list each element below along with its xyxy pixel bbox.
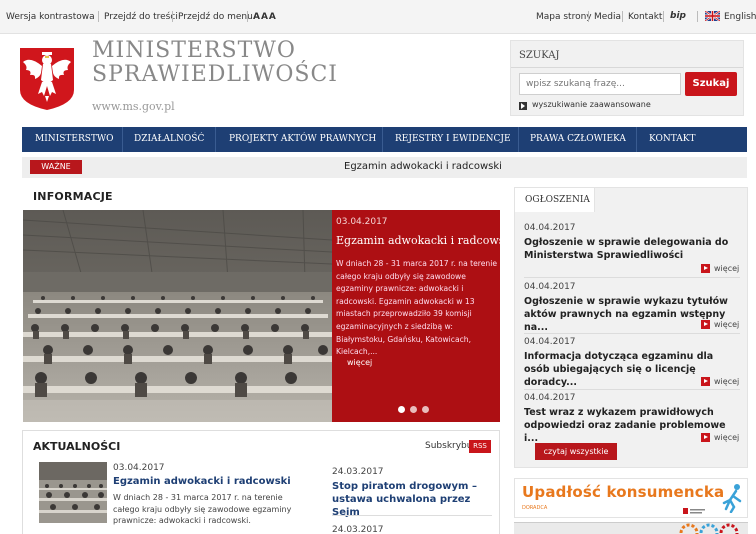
divider [382, 127, 383, 152]
slide-dot[interactable] [410, 406, 417, 413]
divider [172, 11, 173, 22]
announcement-title-link[interactable]: Ogłoszenie w sprawie delegowania do Mini… [524, 236, 740, 262]
section-heading-ogloszenia: OGŁOSZENIA [525, 195, 590, 205]
important-news-link[interactable]: Egzamin adwokacki i radcowski [344, 161, 502, 172]
main-navigation: MINISTERSTWO DZIAŁALNOŚĆ PROJEKTY AKTÓW … [22, 127, 747, 152]
nav-item-dzialalnosc[interactable]: DZIAŁALNOŚĆ [134, 134, 204, 144]
divider [636, 127, 637, 152]
divider [215, 127, 216, 152]
rss-button[interactable]: RSS [469, 440, 491, 453]
font-size-switcher[interactable]: AAA [253, 12, 277, 22]
subscribe-link[interactable]: Subskrybuj [425, 441, 475, 451]
search-input[interactable] [519, 73, 681, 95]
gears-icon [679, 523, 739, 534]
slide-title[interactable]: Egzamin adwokacki i radcowski [336, 234, 515, 247]
search-button[interactable]: Szukaj [685, 72, 737, 96]
running-figure-icon [722, 484, 742, 513]
sitemap-link[interactable]: Mapa strony [536, 12, 592, 22]
nav-item-prawa-czlowieka[interactable]: PRAWA CZŁOWIEKA [530, 134, 626, 144]
arrow-right-icon [519, 102, 527, 110]
divider [332, 515, 492, 516]
slide-more-link[interactable]: więcej [347, 358, 372, 367]
news-title-link[interactable]: Egzamin adwokacki i radcowski [113, 476, 291, 487]
skip-to-content-link[interactable]: Przejdź do treści [104, 12, 178, 22]
exam-hall-photo[interactable] [23, 210, 332, 422]
top-utility-bar: Wersja kontrastowa Przejdź do treści Prz… [0, 0, 756, 34]
important-news-bar: WAŻNE Egzamin adwokacki i radcowski [22, 157, 747, 178]
divider [524, 333, 740, 334]
search-heading: SZUKAJ [519, 50, 560, 61]
skip-to-menu-link[interactable]: Przejdź do menu [178, 12, 253, 22]
announcement-more-link[interactable]: więcej [714, 433, 739, 442]
read-all-button[interactable]: czytaj wszystkie [535, 443, 617, 460]
announcement-date: 04.04.2017 [524, 223, 576, 233]
slide-text: W dniach 28 - 31 marca 2017 r. na tereni… [336, 259, 498, 357]
news-date: 24.03.2017 [332, 525, 384, 534]
divider [588, 11, 589, 22]
english-link[interactable]: English [724, 12, 756, 22]
arrow-right-icon[interactable] [701, 377, 710, 386]
divider [622, 11, 623, 22]
divider [122, 127, 123, 152]
divider [524, 277, 740, 278]
media-link[interactable]: Media [594, 12, 621, 22]
nav-item-ministerstwo[interactable]: MINISTERSTWO [35, 134, 114, 144]
announcement-more-link[interactable]: więcej [714, 320, 739, 329]
announcement-date: 04.04.2017 [524, 393, 576, 403]
news-title-link[interactable]: Stop piratom drogowym – ustawa uchwalona… [332, 480, 492, 519]
slide-date: 03.04.2017 [336, 217, 388, 227]
arrow-right-icon[interactable] [701, 320, 710, 329]
news-panel: AKTUALNOŚCI Subskrybuj RSS 03.04.2017 Eg… [22, 430, 500, 534]
divider [247, 11, 248, 22]
news-excerpt: W dniach 28 - 31 marca 2017 r. na tereni… [113, 493, 292, 525]
divider [518, 127, 519, 152]
section-heading-aktualnosci: AKTUALNOŚCI [33, 440, 121, 453]
divider [697, 11, 698, 22]
divider [663, 11, 664, 22]
news-thumbnail-image[interactable] [39, 462, 107, 523]
advanced-search-link[interactable]: wyszukiwanie zaawansowane [532, 100, 651, 109]
nav-item-kontakt[interactable]: KONTAKT [649, 134, 695, 144]
news-date: 24.03.2017 [332, 467, 384, 477]
section-heading-informacje: INFORMACJE [33, 190, 113, 203]
ministry-mini-logo-icon [683, 508, 705, 514]
arrow-right-icon[interactable] [701, 433, 710, 442]
uk-flag-icon[interactable] [705, 11, 720, 21]
contrast-version-link[interactable]: Wersja kontrastowa [6, 12, 95, 22]
nav-item-rejestry-i-ewidencje[interactable]: REJESTRY I EWIDENCJE [395, 134, 511, 144]
announcements-tab[interactable]: OGŁOSZENIA [515, 188, 595, 212]
news-date: 03.04.2017 [113, 463, 165, 473]
announcement-more-link[interactable]: więcej [714, 264, 739, 273]
ministry-title-line1[interactable]: MINISTERSTWO [92, 38, 296, 63]
featured-slide-panel[interactable]: 03.04.2017 Egzamin adwokacki i radcowski… [332, 210, 515, 422]
arrow-right-icon[interactable] [701, 264, 710, 273]
nav-item-projekty-aktow-prawnych[interactable]: PROJEKTY AKTÓW PRAWNYCH [229, 134, 376, 144]
ministry-title-line2[interactable]: SPRAWIEDLIWOŚCI [92, 62, 338, 87]
divider [511, 67, 743, 68]
divider [524, 389, 740, 390]
announcements-panel: OGŁOSZENIA 04.04.2017 Ogłoszenie w spraw… [514, 187, 748, 468]
secondary-banner[interactable] [514, 522, 748, 534]
search-panel: SZUKAJ Szukaj wyszukiwanie zaawansowane [510, 40, 744, 116]
upadlosc-konsumencka-banner[interactable]: Upadłość konsumencka DORADCA [514, 478, 748, 518]
slide-dot-active[interactable] [398, 406, 405, 413]
banner-title: Upadłość konsumencka [522, 483, 725, 501]
site-url: www.ms.gov.pl [92, 100, 175, 113]
announcement-date: 04.04.2017 [524, 337, 576, 347]
announcement-more-link[interactable]: więcej [714, 377, 739, 386]
divider [98, 11, 99, 22]
bip-link[interactable]: bip [670, 11, 686, 21]
announcement-date: 04.04.2017 [524, 282, 576, 292]
slide-dot[interactable] [422, 406, 429, 413]
banner-subtitle: DORADCA [522, 505, 548, 511]
polish-eagle-emblem-icon[interactable] [18, 46, 76, 112]
important-badge: WAŻNE [30, 160, 82, 174]
contact-link[interactable]: Kontakt [628, 12, 662, 22]
